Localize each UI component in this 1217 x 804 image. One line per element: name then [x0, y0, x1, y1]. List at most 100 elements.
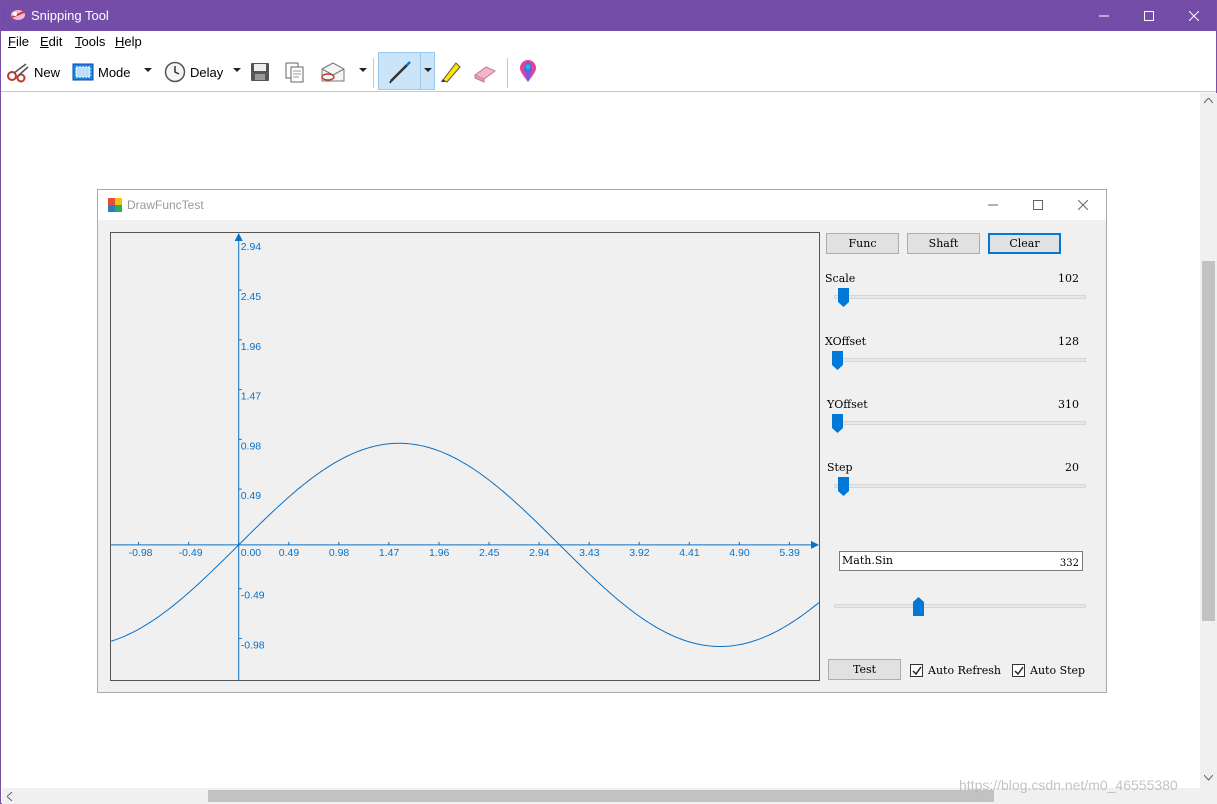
pen-button[interactable] [378, 52, 435, 90]
y-tick-label: 2.45 [241, 291, 262, 303]
x-tick-label: 2.45 [479, 547, 500, 559]
drawfunctest-window: DrawFuncTest -0.98 -0.49 0.00 0.49 0.98 1.47 1… [97, 189, 1107, 693]
menu-bar: File Edit Tools Help [1, 31, 1216, 52]
menu-edit[interactable]: Edit [40, 34, 62, 49]
vertical-scroll-thumb[interactable] [1202, 261, 1215, 621]
y-tick-label: 0.98 [241, 440, 262, 452]
auto-step-box[interactable] [1012, 664, 1025, 677]
test-button[interactable]: Test [828, 659, 901, 680]
maximize-icon [1032, 200, 1043, 210]
scissors-icon [7, 63, 29, 83]
vertical-scrollbar[interactable] [1200, 93, 1217, 788]
step-label: Step [827, 461, 853, 474]
function-slider-value: 332 [1059, 558, 1079, 569]
x-tick-label: 2.94 [529, 547, 550, 559]
checkmark-icon [912, 666, 922, 676]
copy-button[interactable] [284, 57, 306, 87]
xoffset-slider-thumb[interactable] [832, 351, 843, 370]
minimize-icon [1098, 15, 1109, 17]
x-tick-label: 0.98 [329, 547, 350, 559]
menu-help[interactable]: Help [115, 34, 142, 49]
x-tick-label: 3.43 [579, 547, 600, 559]
mode-dropdown-arrow[interactable] [144, 68, 152, 72]
y-tick-label: 2.94 [241, 241, 262, 253]
x-tick-label: 4.90 [729, 547, 750, 559]
scale-slider-track[interactable] [834, 295, 1086, 299]
scrollbar-corner [1200, 788, 1217, 804]
close-button[interactable] [1171, 1, 1216, 31]
inner-maximize-button[interactable] [1015, 190, 1060, 220]
x-tick-label: 1.47 [379, 547, 400, 559]
toolbar-separator [507, 58, 508, 88]
eraser-button[interactable] [472, 57, 498, 87]
xoffset-slider-track[interactable] [834, 358, 1086, 362]
plot-svg: -0.98 -0.49 0.00 0.49 0.98 1.47 1.96 2.45 2.94 3.… [110, 233, 820, 680]
clock-icon [164, 61, 186, 83]
snipping-tool-app-icon [11, 10, 25, 20]
send-dropdown-arrow[interactable] [359, 68, 367, 72]
inner-minimize-button[interactable] [970, 190, 1015, 220]
highlighter-button[interactable] [439, 57, 463, 87]
auto-step-checkbox[interactable]: Auto Step [1012, 664, 1085, 677]
clear-button[interactable]: Clear [988, 233, 1061, 254]
minimize-button[interactable] [1081, 1, 1126, 31]
toolbar-separator [373, 58, 374, 88]
xoffset-label: XOffset [825, 335, 867, 348]
copy-icon [285, 62, 304, 83]
scroll-down-icon[interactable] [1204, 775, 1213, 781]
delay-button[interactable]: Delay [164, 57, 223, 87]
function-plot[interactable]: -0.98 -0.49 0.00 0.49 0.98 1.47 1.96 2.45 2.94 3.… [110, 232, 820, 681]
delay-label: Delay [190, 64, 224, 80]
new-button[interactable]: New [6, 57, 60, 87]
step-slider-thumb[interactable] [838, 477, 849, 496]
mode-label: Mode [98, 64, 131, 80]
minimize-icon [987, 204, 998, 206]
x-tick-label: 0.00 [241, 547, 262, 559]
horizontal-scroll-thumb[interactable] [208, 790, 994, 802]
pen-icon [389, 61, 411, 84]
y-tick-label: 0.49 [241, 490, 262, 502]
auto-refresh-checkbox[interactable]: Auto Refresh [910, 664, 1001, 677]
x-tick-label: 3.92 [629, 547, 650, 559]
scroll-up-icon[interactable] [1204, 98, 1213, 104]
step-slider-track[interactable] [834, 484, 1086, 488]
menu-tools[interactable]: Tools [75, 34, 105, 49]
checkmark-icon [1014, 666, 1024, 676]
maximize-button[interactable] [1126, 1, 1171, 31]
paint3d-button[interactable] [518, 57, 538, 87]
highlighter-icon [441, 62, 461, 83]
window-title: Snipping Tool [31, 8, 109, 23]
yoffset-slider-thumb[interactable] [832, 414, 843, 433]
close-icon [1077, 200, 1088, 210]
scale-slider-thumb[interactable] [838, 288, 849, 307]
inner-close-button[interactable] [1060, 190, 1105, 220]
x-tick-label: -0.49 [179, 547, 203, 559]
yoffset-slider-track[interactable] [834, 421, 1086, 425]
send-button[interactable] [320, 57, 346, 87]
app-window-icon [108, 198, 122, 212]
function-input-text: Math.Sin [842, 554, 893, 567]
xoffset-value: 128 [1058, 335, 1079, 348]
function-input[interactable]: Math.Sin 332 [839, 551, 1083, 571]
function-slider-track[interactable] [834, 604, 1086, 608]
x-tick-label: -0.98 [129, 547, 153, 559]
shaft-button[interactable]: Shaft [907, 233, 980, 254]
function-slider-thumb[interactable] [913, 597, 924, 616]
scale-label: Scale [825, 272, 856, 285]
x-tick-label: 1.96 [429, 547, 450, 559]
menu-file[interactable]: File [8, 34, 29, 49]
watermark-text: https://blog.csdn.net/m0_46555380 [959, 777, 1178, 793]
save-button[interactable] [250, 57, 270, 87]
scroll-left-icon[interactable] [7, 792, 13, 801]
pen-dropdown-arrow[interactable] [424, 68, 432, 72]
save-icon [251, 63, 269, 81]
delay-dropdown-arrow[interactable] [233, 68, 241, 72]
auto-refresh-box[interactable] [910, 664, 923, 677]
toolbar: New Mode Delay [1, 52, 1216, 92]
title-bar: Snipping Tool [1, 1, 1216, 31]
send-icon [321, 62, 345, 82]
func-button[interactable]: Func [826, 233, 899, 254]
y-tick-label: 1.96 [241, 341, 262, 353]
scale-value: 102 [1058, 272, 1079, 285]
mode-button[interactable]: Mode [72, 57, 131, 87]
